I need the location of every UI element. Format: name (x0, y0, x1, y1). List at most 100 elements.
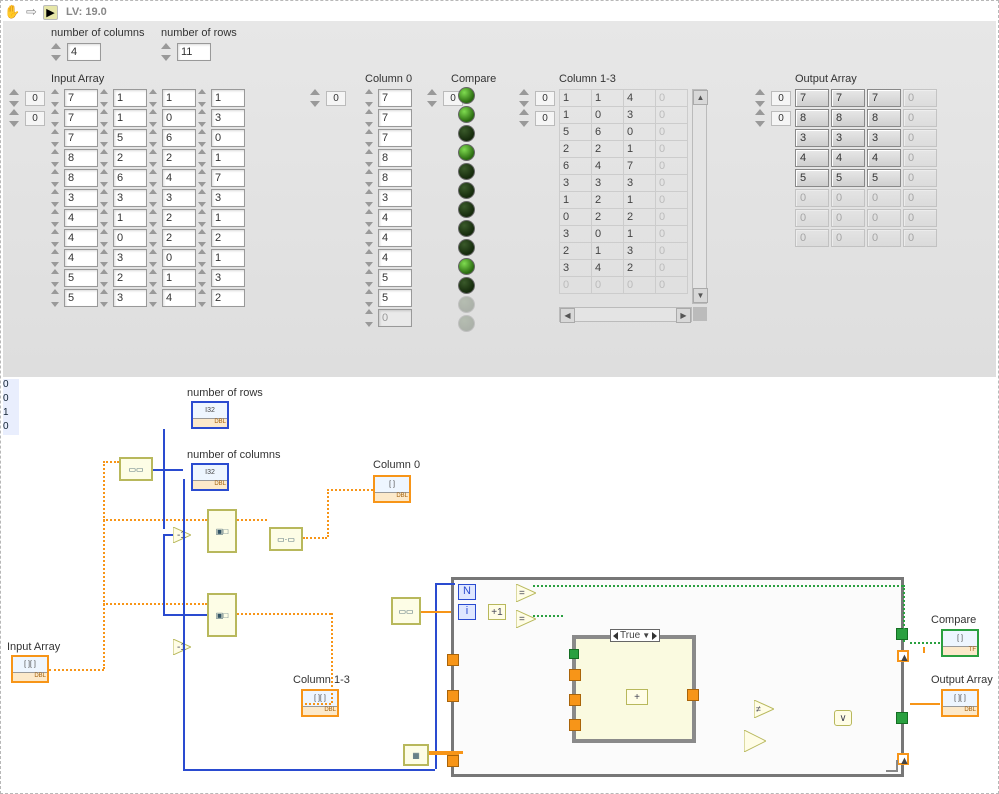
table-cell[interactable]: 1 (592, 243, 624, 260)
array-cell[interactable]: 4 (378, 249, 412, 267)
array-cell[interactable]: 2 (162, 149, 196, 167)
array-cell[interactable]: 7 (378, 129, 412, 147)
delete-from-array[interactable]: ▭·▭ (269, 527, 303, 551)
table-cell[interactable]: 0 (656, 124, 688, 141)
table-cell[interactable]: 0 (592, 107, 624, 124)
cell-spinner[interactable] (100, 289, 111, 307)
cell-spinner[interactable] (149, 269, 160, 287)
cell-spinner[interactable] (51, 169, 62, 187)
col13-col-idx[interactable]: 0 (535, 111, 555, 126)
cell-spinner[interactable] (198, 209, 209, 227)
cell-spinner[interactable] (149, 209, 160, 227)
array-cell[interactable]: 3 (162, 189, 196, 207)
loop-resize-icon[interactable] (886, 760, 898, 772)
case-prev-icon[interactable] (613, 632, 618, 640)
run-icon[interactable]: ▶ (43, 5, 58, 20)
table-cell[interactable]: 1 (560, 90, 592, 107)
loop-i-terminal[interactable]: i (458, 604, 476, 620)
scroll-right-icon[interactable]: ▶ (676, 308, 691, 323)
table-cell[interactable]: 2 (560, 243, 592, 260)
numrows-field[interactable]: 11 (177, 43, 211, 61)
equal-node-2[interactable]: = (516, 610, 536, 628)
col0-idx-spinner[interactable] (310, 89, 323, 107)
col13-table[interactable]: 1140103056002210647033301210022030102130… (559, 89, 688, 294)
grab-tool-icon[interactable]: ✋ (5, 5, 20, 20)
table-cell[interactable]: 4 (624, 90, 656, 107)
cell-spinner[interactable] (198, 269, 209, 287)
array-cell[interactable]: 3 (113, 289, 147, 307)
table-cell[interactable]: 3 (624, 107, 656, 124)
table-cell[interactable]: 3 (624, 243, 656, 260)
cell-spinner[interactable] (149, 89, 160, 107)
array-cell[interactable]: 4 (162, 169, 196, 187)
array-cell[interactable]: 8 (64, 169, 98, 187)
scroll-down-icon[interactable]: ▼ (693, 288, 708, 303)
loop-n-terminal[interactable]: N (458, 584, 476, 600)
table-cell[interactable]: 2 (592, 141, 624, 158)
table-cell[interactable]: 0 (624, 124, 656, 141)
array-size-node[interactable]: ▭▭ (119, 457, 153, 481)
cell-spinner[interactable] (100, 229, 111, 247)
case-selector[interactable]: True ▼ (610, 629, 660, 642)
array-cell[interactable]: 7 (64, 109, 98, 127)
numrows-spinner[interactable] (161, 43, 174, 61)
build-array-node[interactable]: ▦ (403, 744, 429, 766)
table-cell[interactable]: 4 (592, 158, 624, 175)
array-cell[interactable]: 1 (211, 209, 245, 227)
array-cell[interactable]: 2 (162, 229, 196, 247)
table-cell[interactable]: 3 (624, 175, 656, 192)
array-cell[interactable]: 0 (162, 249, 196, 267)
table-cell[interactable]: 3 (560, 260, 592, 277)
array-cell[interactable]: 1 (211, 249, 245, 267)
index-array-node-2[interactable]: ▣□ (207, 593, 237, 637)
col13-hscroll[interactable]: ◀ ▶ (559, 307, 692, 322)
decrement-node-2[interactable]: -1 (173, 639, 191, 655)
col0-idx[interactable]: 0 (326, 91, 346, 106)
cell-spinner[interactable] (51, 109, 62, 127)
col13-vscroll[interactable]: ▲ ▼ (692, 89, 707, 304)
cell-spinner[interactable] (198, 149, 209, 167)
const-one[interactable]: 1 (3, 407, 19, 421)
table-cell[interactable]: 0 (592, 226, 624, 243)
input-row-idx-spinner[interactable] (9, 89, 22, 107)
array-cell[interactable]: 5 (378, 289, 412, 307)
cell-spinner[interactable] (100, 269, 111, 287)
cell-spinner[interactable] (198, 109, 209, 127)
cell-spinner[interactable] (365, 229, 376, 247)
cell-spinner[interactable] (100, 189, 111, 207)
array-cell[interactable]: 3 (378, 189, 412, 207)
init-array-node[interactable]: ▭▭ (391, 597, 421, 625)
table-cell[interactable]: 6 (560, 158, 592, 175)
table-cell[interactable]: 0 (656, 158, 688, 175)
table-cell[interactable]: 0 (656, 260, 688, 277)
array-cell[interactable]: 7 (64, 89, 98, 107)
cell-spinner[interactable] (51, 249, 62, 267)
increment-node[interactable]: +1 (488, 604, 506, 620)
table-cell[interactable]: 0 (656, 90, 688, 107)
bd-input-terminal[interactable]: [ ][ ]DBL (11, 655, 49, 683)
cell-spinner[interactable] (365, 249, 376, 267)
output-row-idx[interactable]: 0 (771, 91, 791, 106)
index-array-node-1[interactable]: ▣□ (207, 509, 237, 553)
case-next-icon[interactable] (652, 632, 657, 640)
table-cell[interactable]: 0 (656, 243, 688, 260)
cell-spinner[interactable] (365, 109, 376, 127)
cell-spinner[interactable] (149, 129, 160, 147)
array-cell[interactable]: 5 (64, 289, 98, 307)
cell-spinner[interactable] (149, 229, 160, 247)
array-cell[interactable]: 4 (162, 289, 196, 307)
array-cell[interactable]: 7 (378, 109, 412, 127)
cell-spinner[interactable] (51, 269, 62, 287)
array-cell[interactable]: 5 (64, 269, 98, 287)
decrement-node-1[interactable]: -1 (173, 527, 191, 543)
bd-numrows-terminal[interactable]: I32DBL (191, 401, 229, 429)
cell-spinner[interactable] (198, 229, 209, 247)
cell-spinner[interactable] (198, 189, 209, 207)
table-cell[interactable]: 0 (656, 209, 688, 226)
array-cell[interactable]: 1 (162, 89, 196, 107)
arrow-icon[interactable]: ⇨ (24, 5, 39, 20)
cell-spinner[interactable] (198, 289, 209, 307)
cell-spinner[interactable] (149, 149, 160, 167)
cell-spinner[interactable] (365, 89, 376, 107)
table-cell[interactable]: 0 (624, 277, 656, 294)
